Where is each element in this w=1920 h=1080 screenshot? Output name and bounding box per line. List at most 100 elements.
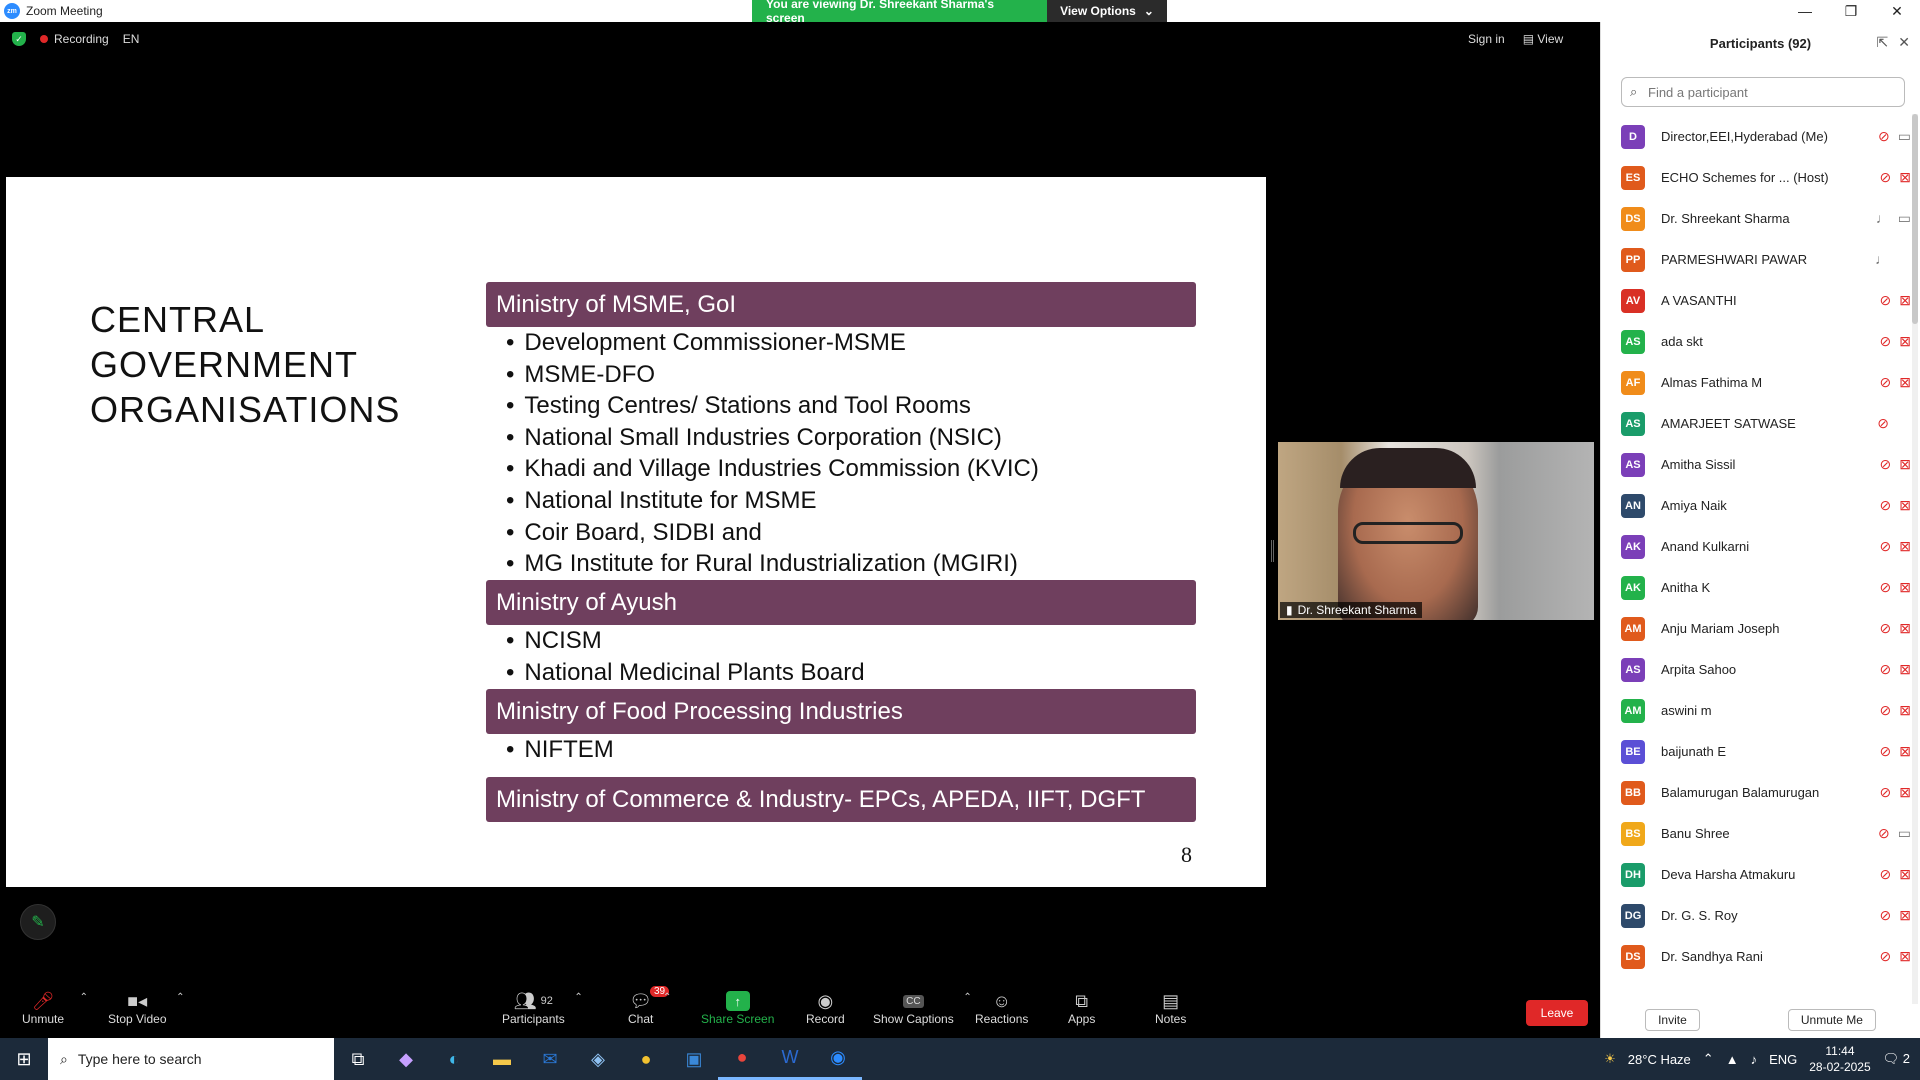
participant-row[interactable]: AV A VASANTHI ⊘ ⊠: [1621, 280, 1911, 321]
outlook-icon[interactable]: ✉: [526, 1038, 574, 1080]
windows-start-icon[interactable]: ⊞: [0, 1038, 48, 1080]
unmute-me-button[interactable]: Unmute Me: [1787, 1009, 1876, 1031]
participant-search-input[interactable]: ⌕ Find a participant: [1621, 77, 1905, 107]
chrome-icon[interactable]: ●: [622, 1038, 670, 1080]
microphone-muted-icon: ⊘: [1879, 456, 1892, 472]
copilot-icon[interactable]: ◆: [382, 1038, 430, 1080]
speaker-name: Dr. Shreekant Sharma: [1297, 603, 1417, 617]
participant-list-scrollbar[interactable]: [1912, 114, 1918, 1004]
participant-status-icons: ⊘ ⊠: [1880, 702, 1911, 719]
network-icon[interactable]: ▲: [1726, 1052, 1739, 1067]
restore-icon[interactable]: ❐: [1828, 0, 1874, 22]
chevron-up-icon[interactable]: ⌃: [1703, 1051, 1714, 1067]
zoom-taskbar-icon[interactable]: ◉: [814, 1038, 862, 1080]
video-camera-icon: ▭: [1897, 128, 1911, 144]
participant-row[interactable]: BB Balamurugan Balamurugan ⊘ ⊠: [1621, 772, 1911, 813]
apps-button[interactable]: ⧉ Apps: [1068, 990, 1096, 1027]
weather-text[interactable]: 28°C Haze: [1628, 1052, 1691, 1067]
terminal-icon[interactable]: ▣: [670, 1038, 718, 1080]
apps-icon: ⧉: [1075, 990, 1089, 1011]
participant-row[interactable]: AM aswini m ⊘ ⊠: [1621, 690, 1911, 731]
view-button[interactable]: ▤ View: [1523, 32, 1563, 46]
notes-button[interactable]: ▤ Notes: [1155, 990, 1186, 1027]
apps-label: Apps: [1068, 1012, 1096, 1026]
participant-row[interactable]: AM Anju Mariam Joseph ⊘ ⊠: [1621, 608, 1911, 649]
edge-browser-icon[interactable]: ◐: [430, 1038, 478, 1080]
taskbar-search-input[interactable]: ⌕ Type here to search: [48, 1038, 334, 1080]
participant-name: Dr. Sandhya Rani: [1661, 949, 1763, 964]
participant-row[interactable]: AK Anitha K ⊘ ⊠: [1621, 567, 1911, 608]
participant-status-icons: ⊘ ⊠: [1880, 907, 1911, 924]
recording-indicator[interactable]: Recording: [40, 32, 109, 46]
leave-button[interactable]: Leave: [1526, 1000, 1588, 1026]
participant-row[interactable]: AK Anand Kulkarni ⊘ ⊠: [1621, 526, 1911, 567]
notification-count: 2: [1902, 1051, 1910, 1066]
participant-row[interactable]: PP PARMESHWARI PAWAR ♩: [1621, 239, 1911, 280]
file-explorer-icon[interactable]: ▬: [478, 1038, 526, 1080]
chat-button[interactable]: 💬︎ 39 Chat ⌃: [628, 986, 671, 1026]
notification-icon[interactable]: 🗨︎ 2: [1883, 1051, 1910, 1067]
unmute-button[interactable]: 🎤︎ Unmute ⌃: [22, 990, 88, 1027]
participants-panel: Participants (92) ⇱ ✕ ⌕ Find a participa…: [1600, 22, 1920, 1038]
chevron-up-icon[interactable]: ⌃: [80, 992, 88, 1003]
annotate-pencil-icon[interactable]: ✎: [20, 904, 56, 940]
clock[interactable]: 11:44 28-02-2025: [1809, 1043, 1870, 1075]
microphone-muted-icon: ⊘: [1879, 948, 1892, 964]
participant-name: Dr. G. S. Roy: [1661, 908, 1738, 923]
language-indicator[interactable]: EN: [123, 32, 140, 46]
participant-row[interactable]: AS ada skt ⊘ ⊠: [1621, 321, 1911, 362]
participant-row[interactable]: DS Dr. Sandhya Rani ⊘ ⊠: [1621, 936, 1911, 977]
microphone-muted-icon: ⊘: [1879, 333, 1892, 349]
close-icon[interactable]: ✕: [1874, 0, 1920, 22]
participant-row[interactable]: AS AMARJEET SATWASE ⊘: [1621, 403, 1911, 444]
resize-handle[interactable]: [1271, 540, 1274, 562]
pop-out-icon[interactable]: ⇱: [1877, 34, 1889, 51]
speaker-video[interactable]: ▮ Dr. Shreekant Sharma: [1278, 442, 1594, 620]
participant-status-icons: ⊘ ⊠: [1880, 948, 1911, 965]
participant-row[interactable]: D Director,EEI,Hyderabad (Me) ⊘ ▭: [1621, 116, 1911, 157]
language-indicator[interactable]: ENG: [1769, 1052, 1797, 1067]
chevron-up-icon[interactable]: ⌃: [963, 992, 971, 1003]
chevron-up-icon[interactable]: ⌃: [574, 992, 582, 1003]
volume-icon[interactable]: ♪: [1751, 1052, 1758, 1067]
participant-row[interactable]: AS Amitha Sissil ⊘ ⊠: [1621, 444, 1911, 485]
participant-row[interactable]: DS Dr. Shreekant Sharma ♩ ▭: [1621, 198, 1911, 239]
participant-row[interactable]: BS Banu Shree ⊘ ▭: [1621, 813, 1911, 854]
video-off-icon: ⊠: [1899, 948, 1911, 964]
task-view-icon[interactable]: ⧉: [334, 1038, 382, 1080]
reactions-button[interactable]: ☺ Reactions: [975, 990, 1028, 1027]
avatar: AF: [1621, 370, 1645, 395]
view-options-button[interactable]: View Options ⌄: [1047, 0, 1167, 22]
chrome-profile-icon[interactable]: ●: [718, 1038, 766, 1080]
participant-row[interactable]: AN Amiya Naik ⊘ ⊠: [1621, 485, 1911, 526]
participants-button[interactable]: 👥︎ 92 Participants ⌃: [502, 990, 583, 1027]
participant-row[interactable]: ES ECHO Schemes for ... (Host) ⊘ ⊠: [1621, 157, 1911, 198]
stop-video-button[interactable]: ■◂ Stop Video ⌃: [108, 990, 185, 1027]
participant-row[interactable]: AF Almas Fathima M ⊘ ⊠: [1621, 362, 1911, 403]
show-captions-button[interactable]: CC Show Captions ⌃: [873, 990, 972, 1026]
shield-icon[interactable]: ✓: [12, 32, 26, 46]
zoom-logo-icon: zm: [4, 3, 20, 19]
store-icon[interactable]: ◈: [574, 1038, 622, 1080]
video-off-icon: ⊠: [1899, 579, 1911, 595]
participant-row[interactable]: AS Arpita Sahoo ⊘ ⊠: [1621, 649, 1911, 690]
chevron-up-icon[interactable]: ⌃: [663, 992, 671, 1003]
share-screen-button[interactable]: ↑ Share Screen: [701, 990, 774, 1026]
record-button[interactable]: ◉ Record: [806, 990, 845, 1027]
chevron-up-icon[interactable]: ⌃: [176, 992, 184, 1003]
participant-row[interactable]: BE baijunath E ⊘ ⊠: [1621, 731, 1911, 772]
participant-list[interactable]: D Director,EEI,Hyderabad (Me) ⊘ ▭ ES ECHO Sch…: [1621, 116, 1911, 1004]
sign-in-button[interactable]: Sign in: [1468, 32, 1505, 46]
minimize-icon[interactable]: —: [1782, 0, 1828, 22]
scrollbar-thumb[interactable]: [1912, 114, 1918, 324]
weather-icon: ☀: [1604, 1051, 1616, 1066]
section-heading-food-processing: Ministry of Food Processing Industries: [486, 689, 1196, 734]
list-item: NCISM: [506, 625, 865, 657]
participant-row[interactable]: DH Deva Harsha Atmakuru ⊘ ⊠: [1621, 854, 1911, 895]
speaker-glasses: [1353, 522, 1463, 544]
avatar: AS: [1621, 452, 1645, 477]
participant-row[interactable]: DG Dr. G. S. Roy ⊘ ⊠: [1621, 895, 1911, 936]
word-icon[interactable]: W: [766, 1038, 814, 1080]
invite-button[interactable]: Invite: [1645, 1009, 1700, 1031]
close-panel-icon[interactable]: ✕: [1898, 34, 1910, 51]
